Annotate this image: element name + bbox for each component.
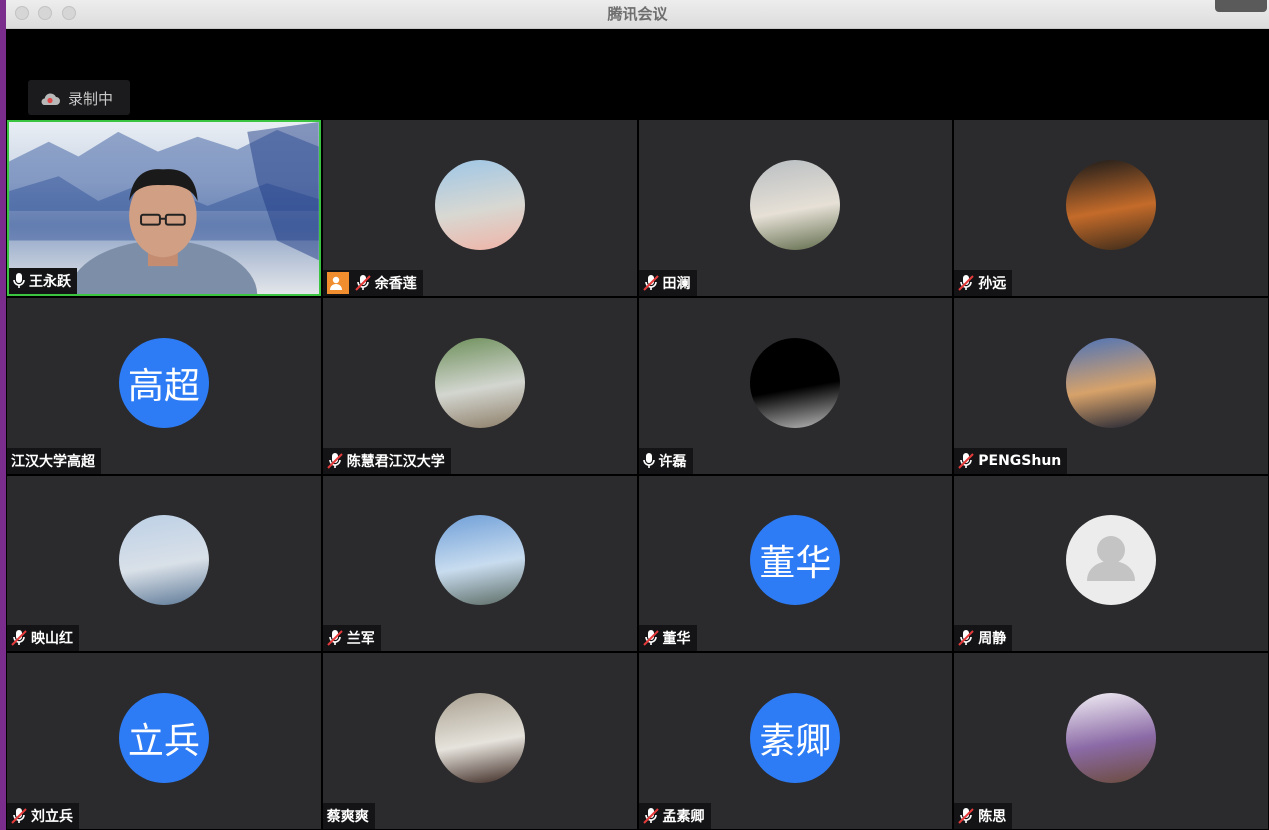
initials-avatar: 高超 (118, 337, 209, 428)
participant-tile[interactable]: 周静 (954, 475, 1268, 652)
participant-name: 映山红 (31, 631, 73, 648)
meeting-window: 腾讯会议 录制中 王永跃 余香莲 田澜 孙远 高超 江汉大学高超 陈慧君江汉大学 许磊 PENG… (6, 0, 1269, 830)
participant-tile[interactable]: 余香莲 (322, 120, 637, 296)
participant-tile[interactable]: 董华 董华 (638, 475, 953, 652)
participant-tile[interactable]: 孙远 (954, 120, 1268, 296)
participant-grid: 王永跃 余香莲 田澜 孙远 高超 江汉大学高超 陈慧君江汉大学 许磊 PENGShun 映山红 兰军… (6, 119, 1269, 830)
participant-tile[interactable]: 蔡爽爽 (322, 653, 637, 829)
participant-name-label: 陈思 (954, 803, 1013, 829)
initials-avatar: 董华 (750, 515, 841, 606)
participant-name: 刘立兵 (31, 809, 73, 825)
microphone-muted-icon (642, 274, 663, 291)
participant-name: 余香莲 (374, 275, 417, 292)
participant-tile[interactable]: 陈思 (954, 653, 1268, 829)
participant-name-label: 余香莲 (322, 269, 423, 296)
participant-name-label: 孟素卿 (638, 803, 711, 829)
participant-name-label: PENGShun (954, 447, 1068, 474)
participant-name: 陈慧君江汉大学 (346, 453, 445, 470)
recording-label: 录制中 (68, 90, 114, 108)
participant-name: 王永跃 (29, 273, 71, 290)
participant-name: 江汉大学高超 (11, 453, 95, 470)
participant-name: 陈思 (978, 809, 1007, 825)
participant-tile[interactable]: 许磊 (638, 297, 953, 474)
microphone-muted-icon (327, 630, 347, 646)
participant-name: 许磊 (658, 453, 687, 470)
participant-name: 董华 (662, 631, 691, 648)
host-icon (326, 271, 349, 294)
profile-photo (118, 515, 209, 606)
profile-photo (1066, 337, 1157, 428)
microphone-muted-icon (958, 630, 978, 646)
corner-control[interactable] (1215, 0, 1267, 12)
participant-tile[interactable]: 素卿孟素卿 (638, 653, 953, 829)
microphone-muted-icon (355, 274, 375, 291)
participant-name-label: 王永跃 (9, 267, 77, 294)
participant-tile[interactable]: 田澜 (638, 120, 953, 296)
participant-name-label: 陈慧君江汉大学 (322, 447, 451, 474)
participant-name: 蔡爽爽 (326, 809, 369, 825)
participant-name-label: 蔡爽爽 (322, 803, 375, 829)
profile-photo (750, 337, 841, 428)
microphone-icon (642, 452, 659, 469)
profile-photo (1066, 159, 1157, 250)
participant-name-label: 映山红 (7, 625, 79, 652)
participant-name: PENGShun (978, 452, 1062, 469)
profile-photo (750, 159, 841, 250)
window-title: 腾讯会议 (607, 5, 668, 23)
profile-photo (434, 337, 525, 428)
profile-photo (434, 693, 525, 784)
participant-tile[interactable]: 高超江汉大学高超 (7, 297, 321, 474)
participant-tile[interactable]: 陈慧君江汉大学 (322, 297, 637, 474)
microphone-icon (13, 272, 29, 289)
participant-name: 孙远 (978, 275, 1007, 292)
microphone-muted-icon (11, 630, 31, 646)
microphone-muted-icon (642, 630, 663, 646)
participant-name-label: 董华 (638, 625, 697, 652)
title-bar: 腾讯会议 (6, 0, 1269, 29)
profile-photo (434, 159, 525, 250)
profile-photo (434, 515, 525, 606)
microphone-muted-icon (11, 808, 31, 824)
default-user-icon (1066, 515, 1157, 606)
microphone-muted-icon (958, 452, 978, 469)
profile-photo (1066, 693, 1157, 784)
microphone-muted-icon (327, 452, 347, 469)
participant-name: 田澜 (662, 275, 691, 292)
participant-name-label: 周静 (954, 625, 1013, 652)
participant-name-label: 刘立兵 (7, 803, 79, 829)
microphone-muted-icon (642, 808, 663, 824)
participant-name-label: 许磊 (638, 447, 693, 474)
participant-tile[interactable]: 立兵刘立兵 (7, 653, 321, 829)
participant-tile[interactable]: 映山红 (7, 475, 321, 652)
participant-tile[interactable]: 王永跃 (7, 120, 321, 296)
microphone-muted-icon (958, 274, 978, 291)
participant-tile[interactable]: PENGShun (954, 297, 1268, 474)
cloud-record-icon (39, 91, 61, 110)
participant-name-label: 江汉大学高超 (7, 447, 101, 474)
initials-avatar: 立兵 (118, 693, 209, 784)
initials-avatar: 素卿 (750, 693, 841, 784)
participant-name: 兰军 (346, 631, 375, 648)
participant-name-label: 孙远 (954, 269, 1013, 296)
participant-name-label: 兰军 (322, 625, 381, 652)
microphone-muted-icon (958, 808, 978, 824)
participant-tile[interactable]: 兰军 (322, 475, 637, 652)
participant-name: 孟素卿 (662, 809, 705, 825)
participant-name-label: 田澜 (638, 269, 697, 296)
participant-name: 周静 (978, 631, 1007, 648)
recording-indicator[interactable]: 录制中 (28, 80, 130, 115)
